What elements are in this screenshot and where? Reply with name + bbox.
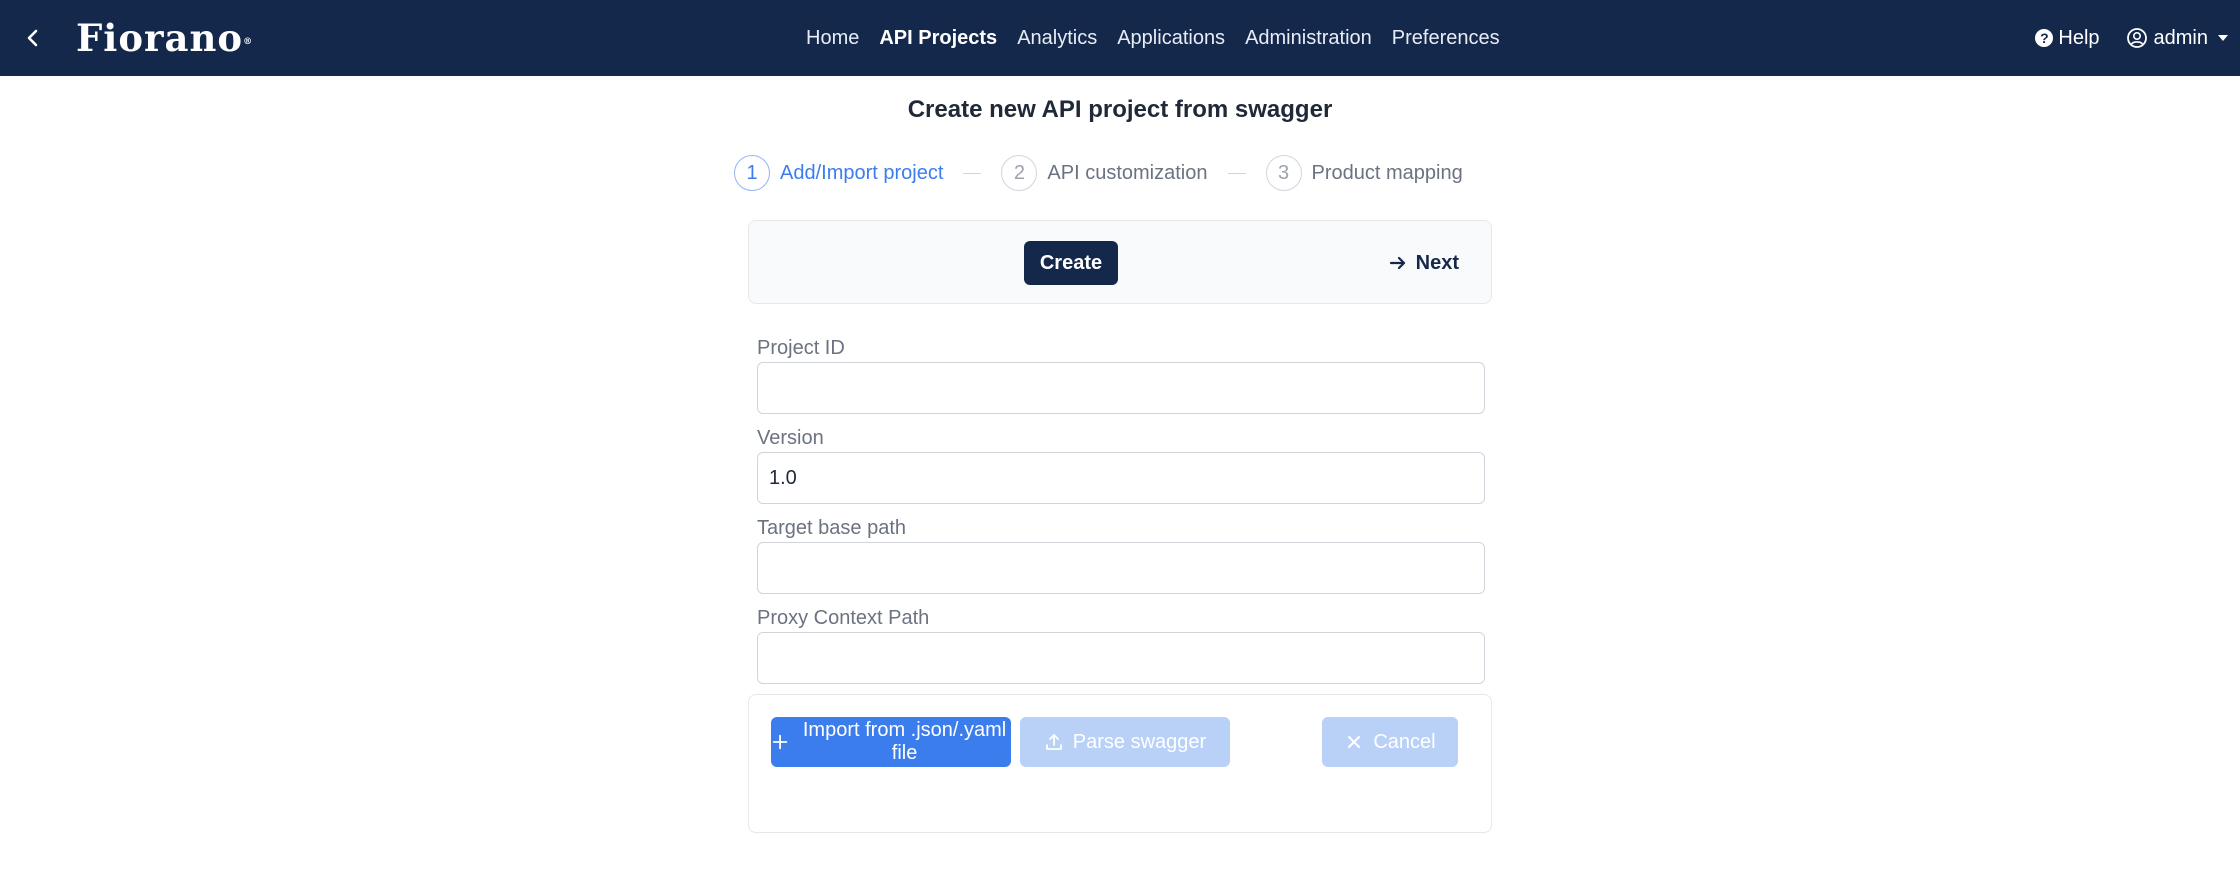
- next-label: Next: [1415, 251, 1459, 274]
- main-nav: Home API Projects Analytics Applications…: [806, 0, 1520, 76]
- chevron-left-icon: [27, 29, 38, 47]
- import-file-button[interactable]: Import from .json/.yaml file: [771, 717, 1011, 767]
- step-separator: [963, 172, 982, 174]
- import-panel: Import from .json/.yaml file Parse swagg…: [748, 694, 1492, 833]
- step-number: 3: [1265, 155, 1302, 191]
- help-link[interactable]: ? Help: [2035, 26, 2100, 50]
- user-menu[interactable]: admin: [2126, 27, 2228, 50]
- plus-icon: [772, 734, 788, 750]
- version-label: Version: [757, 427, 824, 449]
- page-title: Create new API project from swagger: [907, 96, 1333, 123]
- step-separator: [1227, 172, 1246, 174]
- question-circle-icon: ?: [2035, 29, 2054, 47]
- nav-api-projects[interactable]: API Projects: [879, 27, 997, 50]
- nav-home[interactable]: Home: [806, 27, 859, 50]
- step-label: API customization: [1047, 161, 1208, 184]
- proxy-context-path-label: Proxy Context Path: [757, 607, 930, 629]
- user-label: admin: [2153, 26, 2208, 49]
- nav-administration[interactable]: Administration: [1245, 27, 1372, 50]
- help-label: Help: [2058, 26, 2100, 49]
- nav-preferences[interactable]: Preferences: [1392, 27, 1500, 50]
- action-bar: Create Next: [748, 220, 1492, 304]
- project-form: Project ID Version Target base path Prox…: [757, 334, 1485, 694]
- upload-icon: [1045, 734, 1062, 750]
- step-number: 2: [1001, 155, 1038, 191]
- user-circle-icon: [2126, 28, 2147, 48]
- step-product-mapping[interactable]: 3 Product mapping: [1265, 155, 1463, 191]
- fiorano-logo[interactable]: Fiorano®: [76, 16, 253, 60]
- project-id-label: Project ID: [757, 337, 845, 359]
- version-input[interactable]: [757, 452, 1485, 504]
- close-icon: [1348, 736, 1361, 748]
- step-api-customization[interactable]: 2 API customization: [1001, 155, 1208, 191]
- step-number: 1: [734, 155, 770, 191]
- step-add-import[interactable]: 1 Add/Import project: [734, 155, 943, 191]
- step-label: Product mapping: [1311, 161, 1463, 184]
- target-base-path-input[interactable]: [757, 542, 1485, 594]
- top-navbar: Fiorano® Home API Projects Analytics App…: [0, 0, 2240, 76]
- project-id-input[interactable]: [757, 362, 1485, 414]
- cancel-label: Cancel: [1373, 730, 1436, 753]
- user-area: ? Help admin: [2035, 0, 2228, 76]
- cancel-button[interactable]: Cancel: [1322, 717, 1458, 767]
- parse-swagger-button[interactable]: Parse swagger: [1020, 717, 1230, 767]
- step-label: Add/Import project: [780, 161, 944, 184]
- next-button[interactable]: Next: [1388, 241, 1459, 285]
- nav-applications[interactable]: Applications: [1117, 27, 1225, 50]
- chevron-down-icon: [2218, 35, 2228, 41]
- target-base-path-label: Target base path: [757, 517, 906, 539]
- arrow-right-icon: [1389, 256, 1405, 270]
- back-button[interactable]: [16, 22, 48, 54]
- nav-analytics[interactable]: Analytics: [1017, 27, 1097, 50]
- wizard-steps: 1 Add/Import project 2 API customization…: [734, 154, 1463, 192]
- import-label: Import from .json/.yaml file: [802, 719, 1007, 764]
- parse-label: Parse swagger: [1072, 730, 1207, 753]
- create-button[interactable]: Create: [1024, 241, 1118, 285]
- proxy-context-path-input[interactable]: [757, 632, 1485, 684]
